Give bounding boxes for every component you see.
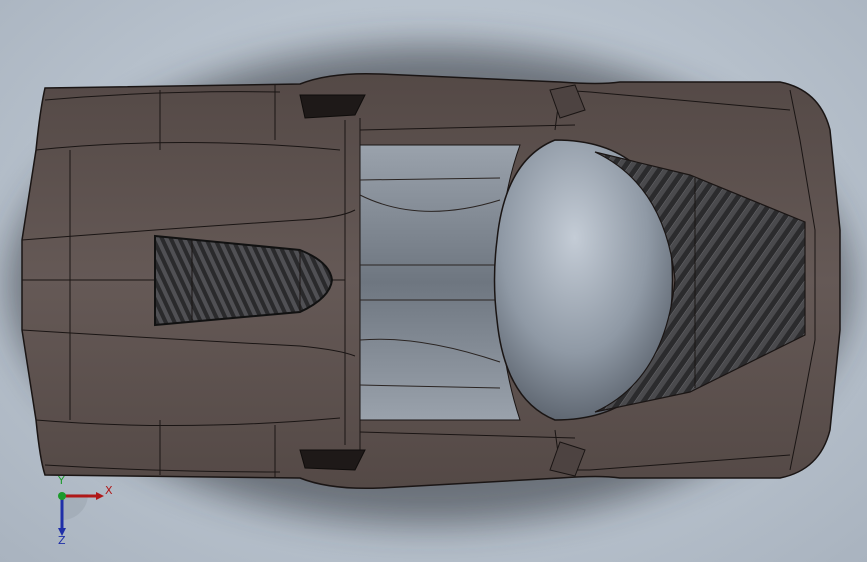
- side-vent-bottom[interactable]: [299, 449, 366, 471]
- car-body-model[interactable]: [0, 0, 867, 562]
- triad-x-label: X: [105, 484, 113, 497]
- y-axis-dot: [58, 492, 66, 500]
- graphics-viewport[interactable]: X Y Z: [0, 0, 867, 562]
- side-vent-top[interactable]: [299, 94, 366, 119]
- triad-z-label: Z: [58, 534, 66, 547]
- x-axis-head: [96, 492, 104, 500]
- orientation-triad[interactable]: X Y Z: [48, 474, 118, 550]
- triad-plane: [62, 494, 88, 520]
- triad-y-label: Y: [58, 474, 65, 487]
